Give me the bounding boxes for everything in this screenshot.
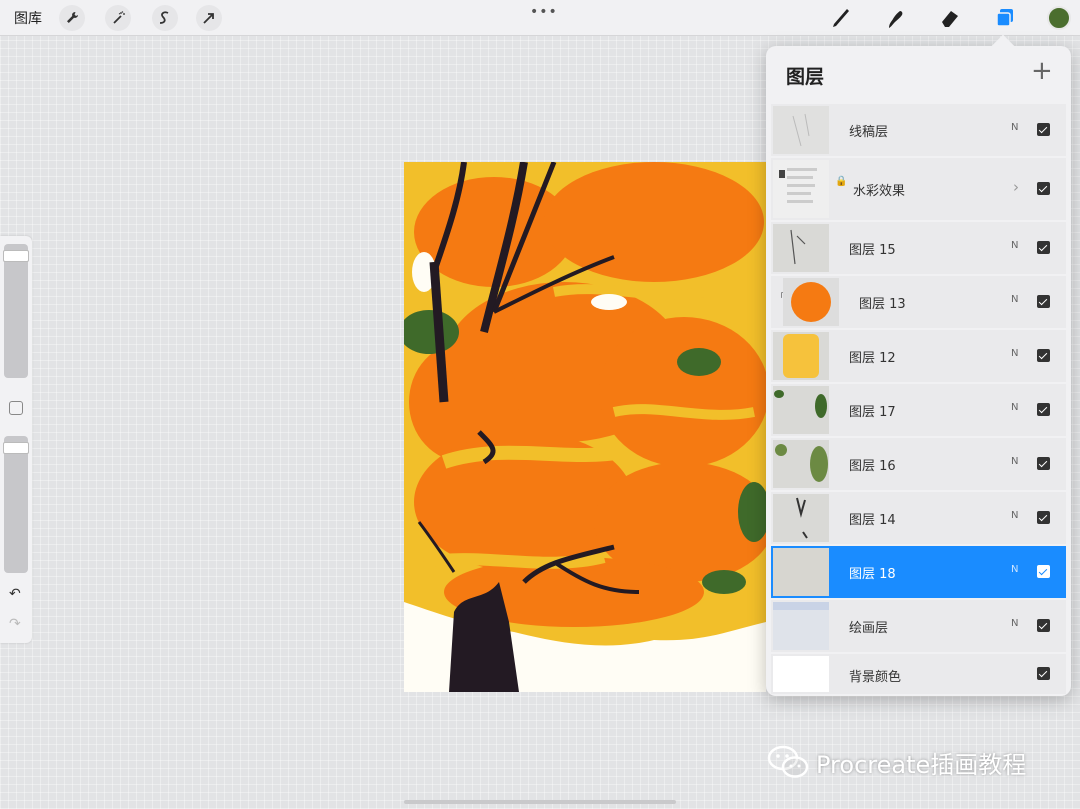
layer-thumbnail [773,548,829,596]
layer-row[interactable]: 线稿层 N [771,104,1066,156]
layer-row[interactable]: 图层 14 N [771,492,1066,544]
eraser-icon[interactable] [937,5,963,31]
layer-row[interactable]: 图层 12 N [771,330,1066,382]
layer-row-selected[interactable]: 图层 18 N [771,546,1066,598]
group-thumbnail [773,160,829,218]
layer-row[interactable]: 绘画层 N [771,600,1066,652]
color-picker[interactable] [1047,6,1071,30]
transform-arrow-icon[interactable] [196,5,222,31]
blend-mode[interactable]: N [1011,510,1018,521]
blend-mode[interactable]: N [1011,618,1018,629]
add-layer-icon[interactable]: + [1031,58,1053,84]
layer-name: 图层 14 [849,513,896,528]
layer-row-clipped[interactable]: ↱ 图层 13 N [771,276,1066,328]
visibility-checkbox[interactable] [1037,349,1050,362]
layer-row[interactable]: 图层 16 N [771,438,1066,490]
layer-thumbnail [773,224,829,272]
layer-name: 图层 16 [849,459,896,474]
layer-name: 线稿层 [849,125,889,140]
layers-icon[interactable] [992,5,1018,31]
blend-mode[interactable]: N [1011,456,1018,467]
layer-thumbnail [773,332,829,380]
layer-name: 图层 17 [849,405,896,420]
brush-size-thumb[interactable] [3,250,29,263]
wrench-icon[interactable] [59,5,85,31]
top-toolbar: 图库 ••• [0,0,1080,36]
layer-name: 背景颜色 [849,670,902,685]
layer-row[interactable]: 图层 15 N [771,222,1066,274]
background-swatch [773,656,829,692]
layers-panel-title: 图层 [786,66,825,88]
magic-wand-icon[interactable] [105,5,131,31]
left-sidebar: ↶ ↷ [0,236,32,643]
visibility-checkbox[interactable] [1037,241,1050,254]
visibility-checkbox[interactable] [1037,182,1050,195]
layer-thumbnail [773,106,829,154]
visibility-checkbox[interactable] [1037,667,1050,680]
blend-mode[interactable]: N [1011,240,1018,251]
blend-mode[interactable]: N [1011,348,1018,359]
blend-mode[interactable]: N [1011,564,1018,575]
layers-panel: 图层 + 线稿层 N 🔒 水彩效果 › 图层 15 N ↱ 图层 13 N [766,46,1071,696]
visibility-checkbox[interactable] [1037,511,1050,524]
layer-name: 图层 18 [849,567,896,582]
layer-thumbnail [773,494,829,542]
autumn-tree-painting [404,162,766,692]
chevron-right-icon[interactable]: › [1013,178,1019,196]
layer-thumbnail [773,440,829,488]
blend-mode[interactable]: N [1011,294,1018,305]
visibility-checkbox[interactable] [1037,619,1050,632]
visibility-checkbox[interactable] [1037,123,1050,136]
visibility-checkbox[interactable] [1037,457,1050,470]
blend-mode[interactable]: N [1011,402,1018,413]
layer-row[interactable]: 图层 17 N [771,384,1066,436]
layer-name: 图层 12 [849,351,896,366]
visibility-checkbox[interactable] [1037,295,1050,308]
home-indicator [404,800,676,804]
layer-group-row[interactable]: 🔒 水彩效果 › [771,158,1066,220]
layer-name: 水彩效果 [853,184,906,199]
more-options-icon[interactable]: ••• [530,4,558,20]
undo-icon[interactable]: ↶ [9,586,21,602]
layer-name: 图层 15 [849,243,896,258]
layer-thumbnail [773,602,829,650]
opacity-slider[interactable] [4,436,28,573]
layer-name: 绘画层 [849,621,889,636]
layer-thumbnail [773,386,829,434]
brush-icon[interactable] [828,5,854,31]
lock-icon: 🔒 [835,176,848,187]
selection-icon[interactable] [152,5,178,31]
redo-icon[interactable]: ↷ [9,616,21,632]
smudge-icon[interactable] [882,5,908,31]
gallery-button[interactable]: 图库 [14,8,42,28]
blend-mode[interactable]: N [1011,122,1018,133]
watermark: Procreate插画教程 [766,744,1026,780]
wechat-icon [767,745,809,778]
visibility-checkbox[interactable] [1037,403,1050,416]
layer-name: 图层 13 [859,297,906,312]
visibility-checkbox[interactable] [1037,565,1050,578]
modifier-button[interactable] [9,401,23,415]
background-color-layer[interactable]: 背景颜色 [771,654,1066,694]
brush-size-slider[interactable] [4,244,28,378]
opacity-thumb[interactable] [3,442,29,455]
watermark-text: Procreate插画教程 [816,750,1027,779]
drawing-canvas[interactable] [404,162,766,692]
layer-thumbnail [783,278,839,326]
